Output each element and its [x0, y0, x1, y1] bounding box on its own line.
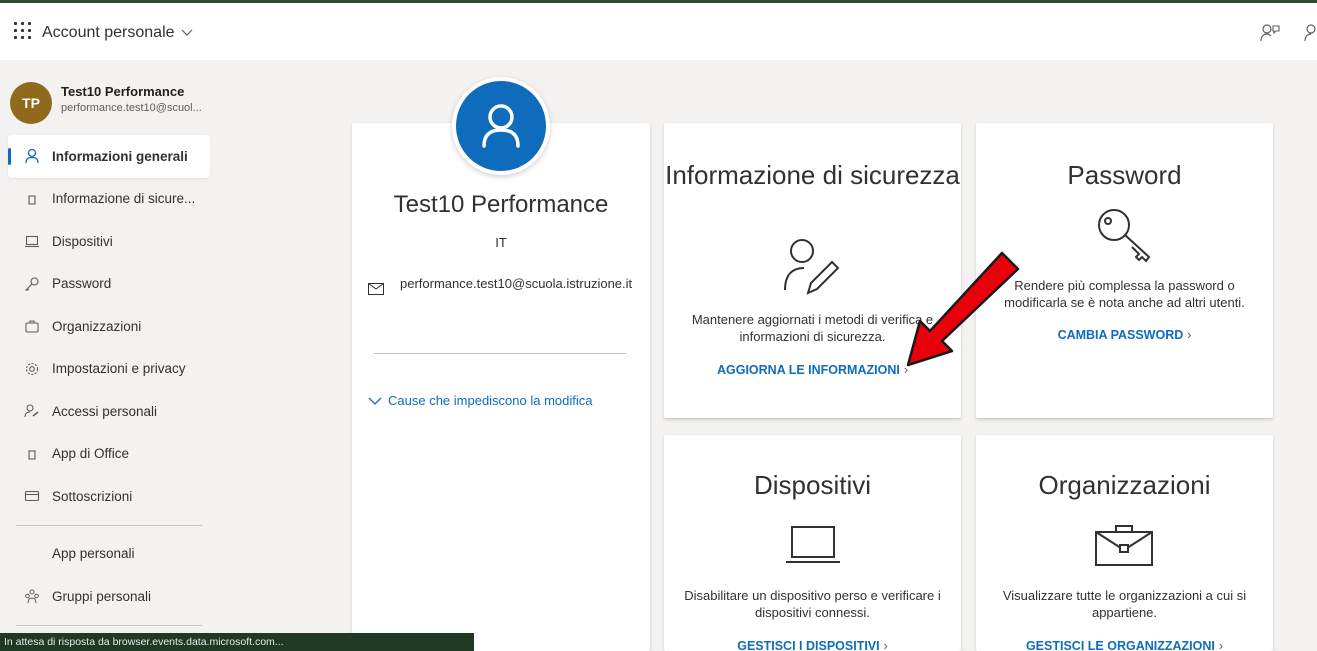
app-launcher-icon[interactable]: [14, 22, 32, 40]
sidebar: TP Test10 Performance performance.test10…: [0, 60, 214, 651]
gear-icon: [25, 362, 39, 375]
devices-card-desc: Disabilitare un dispositivo perso e veri…: [684, 588, 941, 620]
sidebar-item-accessi-personali[interactable]: Accessi personali: [8, 390, 210, 433]
sidebar-divider: [16, 624, 202, 626]
card-icon: [24, 490, 40, 502]
manage-devices-link[interactable]: GESTISCI I DISPOSITIVI ›: [664, 639, 961, 651]
security-icon: [28, 194, 36, 205]
user-name: Test10 Performance: [61, 84, 185, 99]
sidebar-item-label: App di Office: [52, 446, 130, 462]
sign-in-icon: [24, 404, 39, 418]
organizations-card-desc: Visualizzare tutte le organizzazioni a c…: [1002, 588, 1247, 620]
briefcase-icon: [25, 320, 39, 333]
chevron-right-icon: ›: [1218, 639, 1224, 651]
sidebar-item-informazione-sicurezza[interactable]: Informazione di sicure...: [8, 178, 210, 221]
mail-icon: [368, 283, 384, 295]
change-password-link-label: CAMBIA PASSWORD: [1057, 328, 1184, 342]
profile-card: Test10 Performance IT performance.test10…: [352, 123, 650, 651]
security-card-title: Informazione di sicurezza: [665, 160, 960, 190]
profile-email: performance.test10@scuola.istruzione.it: [400, 276, 633, 291]
sidebar-item-password[interactable]: Password: [8, 263, 210, 306]
laptop-icon: [25, 235, 39, 248]
manage-organizations-link-label: GESTISCI LE ORGANIZZAZIONI: [1025, 639, 1215, 651]
app-title-dropdown[interactable]: Account personale: [42, 24, 193, 42]
feedback-icon[interactable]: [1259, 22, 1281, 44]
top-header: Account personale: [0, 6, 1317, 60]
profile-country: IT: [495, 235, 507, 250]
red-arrow-annotation: [906, 251, 1020, 367]
sidebar-item-organizzazioni[interactable]: Organizzazioni: [8, 305, 210, 348]
sidebar-item-label: Gruppi personali: [52, 588, 152, 604]
sidebar-divider: [16, 524, 202, 526]
sidebar-item-impostazioni-privacy[interactable]: Impostazioni e privacy: [8, 348, 210, 391]
sidebar-item-label: Dispositivi: [52, 233, 113, 249]
avatar: TP: [10, 82, 52, 124]
sidebar-item-label: Impostazioni e privacy: [52, 361, 186, 377]
update-info-link-label: AGGIORNA LE INFORMAZIONI: [716, 363, 900, 377]
sidebar-item-app-personali[interactable]: App personali: [8, 533, 210, 576]
briefcase-icon: [1095, 525, 1153, 566]
browser-status-bar: In attesa di risposta da browser.events.…: [0, 633, 474, 651]
sidebar-item-label: Organizzazioni: [52, 318, 142, 334]
sidebar-item-label: App personali: [52, 546, 135, 562]
chevron-down-icon: [368, 397, 382, 405]
devices-card-title: Dispositivi: [753, 470, 872, 500]
office-icon: [28, 449, 36, 460]
sidebar-item-label: Informazioni generali: [52, 148, 188, 164]
sidebar-item-app-office[interactable]: App di Office: [8, 433, 210, 476]
person-icon: [482, 104, 520, 148]
organizations-card-title: Organizzazioni: [1038, 470, 1211, 500]
manage-organizations-link[interactable]: GESTISCI LE ORGANIZZAZIONI ›: [976, 639, 1273, 651]
cause-link-label: Cause che impediscono la modifica: [388, 393, 593, 408]
password-card-title: Password: [1067, 160, 1182, 190]
manage-devices-link-label: GESTISCI I DISPOSITIVI: [737, 639, 880, 651]
sidebar-item-sottoscrizioni[interactable]: Sottoscrizioni: [8, 475, 210, 518]
sidebar-item-label: Accessi personali: [52, 403, 158, 419]
sidebar-item-label: Sottoscrizioni: [52, 488, 133, 504]
sidebar-item-label: Informazione di sicure...: [52, 191, 196, 207]
laptop-icon: [786, 526, 840, 563]
cause-link[interactable]: Cause che impediscono la modifica: [368, 393, 593, 408]
person-edit-icon: [784, 239, 840, 295]
user-profile[interactable]: TP Test10 Performance performance.test10…: [10, 80, 210, 126]
sidebar-item-gruppi-personali[interactable]: Gruppi personali: [8, 575, 210, 618]
chevron-right-icon: ›: [883, 639, 888, 651]
organizations-card: Organizzazioni Visualizzare tutte le org…: [976, 435, 1273, 651]
sidebar-item-label: Password: [52, 276, 112, 292]
sidebar-item-dispositivi[interactable]: Dispositivi: [8, 220, 210, 263]
key-icon: [24, 276, 39, 291]
key-icon: [1098, 209, 1151, 263]
profile-divider: [374, 353, 626, 354]
account-icon[interactable]: [1303, 22, 1317, 44]
person-icon: [25, 148, 39, 164]
chevron-right-icon: ›: [1187, 328, 1192, 342]
devices-card: Dispositivi Disabilitare un dispositivo …: [664, 435, 961, 651]
groups-icon: [25, 589, 39, 604]
profile-avatar[interactable]: [452, 77, 550, 175]
chevron-down-icon: [181, 29, 192, 36]
user-email: performance.test10@scuol...: [61, 102, 202, 114]
app-title: Account personale: [42, 24, 175, 41]
sidebar-nav: Informazioni generali Informazione di si…: [8, 135, 210, 633]
profile-name: Test10 Performance: [393, 191, 609, 218]
sidebar-item-informazioni-generali[interactable]: Informazioni generali: [8, 135, 210, 178]
